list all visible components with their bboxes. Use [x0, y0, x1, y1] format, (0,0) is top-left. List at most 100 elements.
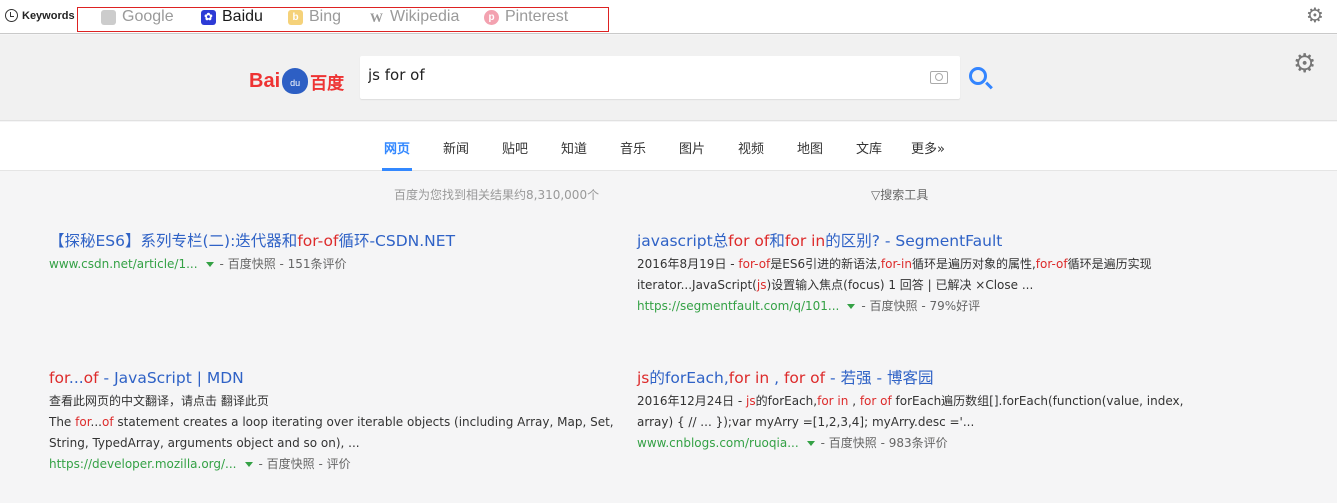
text-segment: )设置输入焦点(focus) 1 回答 | 已解决 ×Close ... [766, 278, 1034, 292]
url-dropdown-arrow-icon[interactable] [806, 440, 815, 446]
tab-wenku[interactable]: 文库 [856, 138, 882, 157]
tab-news[interactable]: 新闻 [443, 138, 469, 157]
text-segment: , [769, 369, 784, 387]
text-segment: , [848, 394, 860, 408]
keyword-highlight: for of [859, 394, 892, 408]
keyword-highlight: for of [783, 369, 826, 387]
engine-label: Google [122, 8, 174, 25]
search-input[interactable] [368, 66, 908, 84]
text-segment: forEach遍历数组[].forEach(function(value, in… [891, 394, 1184, 408]
keyword-highlight: for of [728, 232, 770, 250]
logo-bai-text: Bai [249, 69, 281, 92]
keywords-button[interactable]: Keywords [5, 9, 75, 22]
text-segment: 的forEach, [755, 394, 818, 408]
result-meta[interactable]: - 百度快照 - 151条评价 [220, 257, 347, 271]
text-segment: String, TypedArray, arguments object and… [49, 436, 360, 450]
text-segment: 循环是遍历对象的属性, [911, 257, 1036, 271]
settings-gear-icon[interactable]: ⚙ [1293, 51, 1316, 77]
result-title-link[interactable]: js的forEach,for in , for of - 若强 - 博客园 [637, 368, 1237, 388]
result-snippet: 2016年12月24日 - js的forEach,for in , for of… [637, 391, 1237, 412]
text-segment: 2016年12月24日 - [637, 394, 747, 408]
tab-web[interactable]: 网页 [381, 138, 413, 171]
engine-label: Pinterest [505, 8, 569, 25]
result-snippet: 查看此网页的中文翻译，请点击 翻译此页 [49, 391, 609, 412]
result-url-row: www.csdn.net/article/1... - 百度快照 - 151条评价 [49, 254, 609, 275]
text-segment: The [49, 415, 76, 429]
baidu-paw-icon: du [282, 68, 309, 94]
result-url-row: www.cnblogs.com/ruoqia... - 百度快照 - 983条评价 [637, 433, 1237, 454]
wikipedia-icon: W [370, 9, 383, 25]
engine-toolbar: Keywords Google ✿ Baidu b Bing W Wikiped… [0, 0, 1337, 34]
baidu-header: Bai du 百度 ⚙ [0, 35, 1337, 121]
result-meta[interactable]: - 百度快照 - 评价 [259, 457, 351, 471]
search-button-magnifier-icon[interactable] [969, 67, 987, 85]
keyword-highlight: of [102, 415, 114, 429]
keyword-highlight: of [83, 369, 99, 387]
text-segment: 2016年8月19日 - [637, 257, 739, 271]
result-snippet: The for...of statement creates a loop it… [49, 412, 614, 433]
tab-zhidao[interactable]: 知道 [561, 138, 587, 157]
result-snippet: 2016年8月19日 - for-of是ES6引进的新语法,for-in循环是遍… [637, 254, 1237, 275]
tab-map[interactable]: 地图 [797, 138, 823, 157]
keyword-highlight: for [49, 369, 69, 387]
search-tools-button[interactable]: ▽搜索工具 [871, 186, 928, 203]
result-url-row: https://segmentfault.com/q/101... - 百度快照 … [637, 296, 1237, 317]
result-count: 百度为您找到相关结果约8,310,000个 [394, 188, 600, 202]
tab-images[interactable]: 图片 [679, 138, 705, 157]
engine-wikipedia[interactable]: W Wikipedia [369, 8, 459, 26]
keyword-highlight: for in [784, 232, 826, 250]
keyword-highlight: for in [728, 369, 770, 387]
text-segment: 循环是遍历实现 [1067, 257, 1152, 271]
engine-bing[interactable]: b Bing [288, 8, 341, 26]
keywords-label: Keywords [22, 9, 75, 22]
text-segment: javascript总 [637, 232, 729, 250]
result-url[interactable]: https://developer.mozilla.org/... [49, 457, 237, 471]
text-segment: - JavaScript | MDN [98, 369, 244, 387]
text-segment: ... [68, 369, 84, 387]
text-segment: 是ES6引进的新语法, [770, 257, 881, 271]
url-dropdown-arrow-icon[interactable] [244, 461, 253, 467]
keyword-highlight: for-of [738, 257, 771, 271]
tab-tieba[interactable]: 贴吧 [502, 138, 528, 157]
result-meta[interactable]: - 百度快照 - 983条评价 [821, 436, 948, 450]
result-url-row: https://developer.mozilla.org/... - 百度快照 … [49, 454, 609, 475]
keyword-highlight: for in [817, 394, 849, 408]
result-url[interactable]: www.cnblogs.com/ruoqia... [637, 436, 799, 450]
result-url[interactable]: www.csdn.net/article/1... [49, 257, 198, 271]
history-clock-icon [5, 9, 18, 22]
keyword-highlight: for-of [1035, 257, 1068, 271]
result-url[interactable]: https://segmentfault.com/q/101... [637, 299, 839, 313]
keyword-highlight: js [637, 369, 650, 387]
bing-icon: b [288, 9, 303, 25]
tab-video[interactable]: 视频 [738, 138, 764, 157]
url-dropdown-arrow-icon[interactable] [205, 261, 214, 267]
text-segment: ... [90, 415, 102, 429]
engine-label: Baidu [222, 8, 263, 25]
result-meta[interactable]: - 百度快照 - 79%好评 [861, 299, 980, 313]
keyword-highlight: for [75, 415, 91, 429]
tab-more[interactable]: 更多» [911, 138, 945, 157]
engine-pinterest[interactable]: p Pinterest [484, 8, 568, 26]
engine-google[interactable]: Google [101, 8, 174, 26]
search-result: js的forEach,for in , for of - 若强 - 博客园 20… [637, 368, 1237, 454]
google-icon [101, 9, 116, 25]
result-title-link[interactable]: for...of - JavaScript | MDN [49, 368, 609, 388]
baidu-logo[interactable]: Bai du 百度 [249, 68, 344, 94]
category-tabs: 网页 新闻 贴吧 知道 音乐 图片 视频 地图 文库 更多» [0, 122, 1337, 171]
result-snippet: array) { // ... });var myArry =[1,2,3,4]… [637, 412, 1237, 433]
url-dropdown-arrow-icon[interactable] [847, 303, 856, 309]
baidu-paw-icon: ✿ [201, 9, 216, 25]
search-result: for...of - JavaScript | MDN 查看此网页的中文翻译，请… [49, 368, 614, 475]
keyword-highlight: for-of [297, 232, 339, 250]
result-title-link[interactable]: 【探秘ES6】系列专栏(二):迭代器和for-of循环-CSDN.NET [49, 231, 609, 251]
engine-baidu[interactable]: ✿ Baidu [201, 8, 263, 26]
logo-cn-text: 百度 [310, 73, 345, 93]
camera-icon[interactable] [930, 71, 948, 84]
text-segment: 循环-CSDN.NET [338, 232, 456, 250]
search-box [360, 56, 960, 99]
toolbar-settings-gear-icon[interactable]: ⚙ [1306, 5, 1324, 25]
text-segment: 的forEach, [649, 369, 729, 387]
text-segment: 查看此网页的中文翻译，请点击 翻译此页 [49, 394, 269, 408]
tab-music[interactable]: 音乐 [620, 138, 646, 157]
result-title-link[interactable]: javascript总for of和for in的区别? - SegmentFa… [637, 231, 1237, 251]
